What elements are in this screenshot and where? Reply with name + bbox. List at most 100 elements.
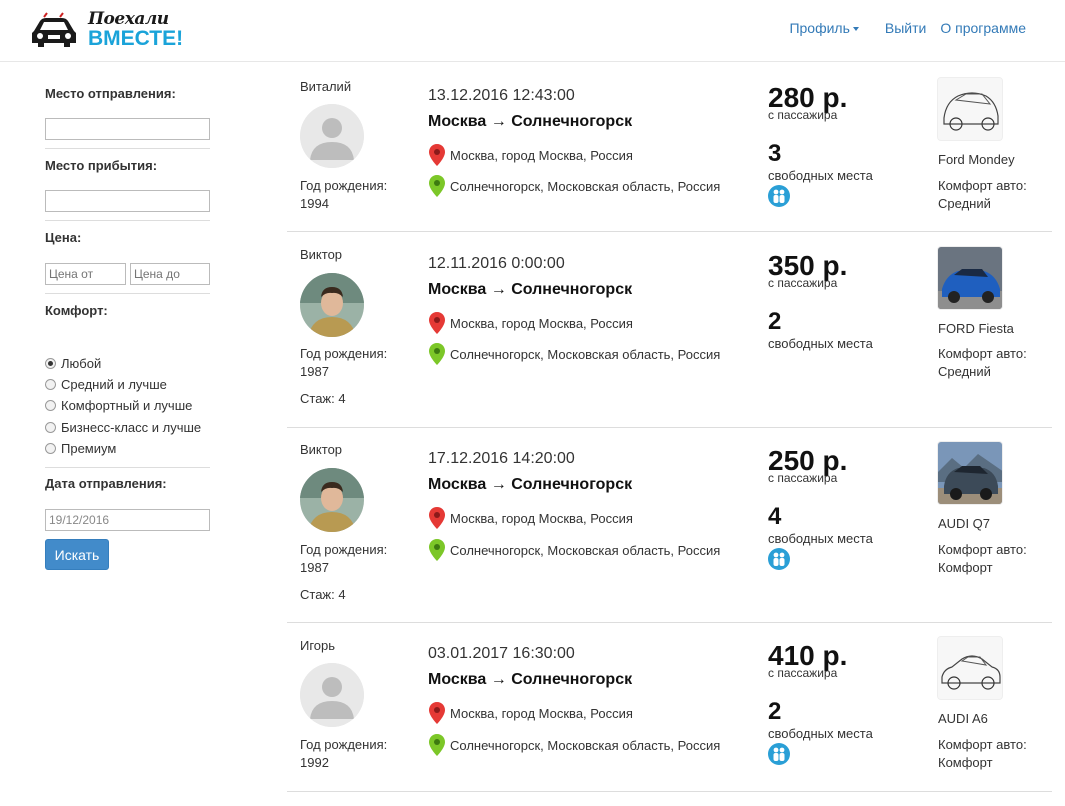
- ride-from: Москва, город Москва, Россия: [428, 311, 633, 335]
- to-input[interactable]: [45, 190, 210, 212]
- price-to-input[interactable]: [130, 263, 210, 285]
- ride-card[interactable]: Виктор Год рождения: 1987 Стаж: 4 12.11.…: [287, 232, 1052, 428]
- free-seats: 2: [768, 698, 782, 725]
- car-comfort: Комфорт авто: Комфорт: [938, 736, 1027, 772]
- comfort-option-business[interactable]: Бизнесс-класс и лучше: [45, 420, 201, 435]
- ride-card[interactable]: Виталий Год рождения: 1994 13.12.2016 12…: [287, 62, 1052, 232]
- driver-birth: Год рождения: 1994: [300, 177, 410, 213]
- nav-profile-label: Профиль: [789, 20, 850, 36]
- ride-from: Москва, город Москва, Россия: [428, 143, 633, 167]
- free-seats-label: свободных места: [768, 336, 873, 351]
- car-image-sketch[interactable]: [937, 636, 1003, 700]
- birth-year: 1992: [300, 755, 329, 770]
- comfort-option-label: Комфортный и лучше: [61, 398, 193, 413]
- driver-birth: Год рождения: 1987: [300, 345, 410, 381]
- from-label: Место отправления:: [45, 86, 176, 101]
- passengers-icon: [768, 743, 790, 765]
- car-outline-icon: [938, 637, 1002, 699]
- nav-profile-dropdown[interactable]: Профиль: [789, 20, 859, 36]
- car-comfort: Комфорт авто: Комфорт: [938, 541, 1027, 577]
- car-image-photo[interactable]: [937, 441, 1003, 505]
- from-input[interactable]: [45, 118, 210, 140]
- driver-name: Виталий: [300, 79, 352, 94]
- divider: [45, 220, 210, 221]
- radio[interactable]: [45, 400, 56, 411]
- driver-experience: Стаж: 4: [300, 391, 346, 406]
- driver-avatar-placeholder: [300, 104, 364, 168]
- birth-label: Год рождения:: [300, 737, 388, 752]
- driver-birth: Год рождения: 1992: [300, 736, 410, 772]
- date-input[interactable]: [45, 509, 210, 531]
- price-label: Цена:: [45, 230, 82, 245]
- from-address: Москва, город Москва, Россия: [450, 147, 633, 163]
- comfort-option-label: Бизнесс-класс и лучше: [61, 420, 202, 435]
- nav-links: Профиль Выйти О программе: [789, 20, 1026, 36]
- car-image-sketch[interactable]: [937, 77, 1003, 141]
- comfort-option-premium[interactable]: Премиум: [45, 441, 116, 456]
- comfort-value: Комфорт: [938, 560, 993, 575]
- ride-route[interactable]: Москва → Солнечногорск: [428, 476, 632, 494]
- to-address: Солнечногорск, Московская область, Росси…: [450, 178, 721, 194]
- to-address: Солнечногорск, Московская область, Росси…: [450, 346, 721, 362]
- to-address: Солнечногорск, Московская область, Росси…: [450, 737, 721, 753]
- car-name: AUDI Q7: [938, 516, 991, 531]
- driver-avatar-photo: [300, 468, 364, 532]
- map-pin-green-icon: [429, 175, 445, 197]
- nav-about-link[interactable]: О программе: [940, 20, 1026, 36]
- radio[interactable]: [45, 422, 56, 433]
- free-seats-label: свободных места: [768, 531, 873, 546]
- radio-selected[interactable]: [45, 358, 56, 369]
- price-from-input[interactable]: [45, 263, 126, 285]
- ride-route[interactable]: Москва → Солнечногорск: [428, 281, 632, 299]
- logo-text-line1: Поехали: [88, 9, 169, 29]
- free-seats: 3: [768, 140, 782, 167]
- free-seats-label: свободных места: [768, 168, 873, 183]
- ride-to: Солнечногорск, Московская область, Росси…: [428, 733, 720, 757]
- free-seats-label: свободных места: [768, 726, 873, 741]
- ride-to: Солнечногорск, Московская область, Росси…: [428, 538, 720, 562]
- ride-route[interactable]: Москва → Солнечногорск: [428, 113, 632, 131]
- ride-route[interactable]: Москва → Солнечногорск: [428, 671, 632, 689]
- price-note: с пассажира: [768, 108, 838, 122]
- passengers-icon: [768, 548, 790, 570]
- comfort-label: Комфорт авто:: [938, 178, 1027, 193]
- birth-label: Год рождения:: [300, 346, 388, 361]
- ride-from: Москва, город Москва, Россия: [428, 701, 633, 725]
- driver-name: Виктор: [300, 442, 343, 457]
- car-logo-icon: [32, 12, 76, 47]
- passengers-icon: [768, 185, 790, 207]
- to-address: Солнечногорск, Московская область, Росси…: [450, 542, 721, 558]
- map-pin-green-icon: [429, 539, 445, 561]
- birth-year: 1994: [300, 196, 329, 211]
- ride-to: Солнечногорск, Московская область, Росси…: [428, 342, 720, 366]
- nav-logout-link[interactable]: Выйти: [885, 20, 926, 36]
- comfort-value: Комфорт: [938, 755, 993, 770]
- map-pin-red-icon: [429, 507, 445, 529]
- ride-datetime: 13.12.2016 12:43:00: [428, 87, 575, 104]
- radio[interactable]: [45, 443, 56, 454]
- car-image-photo[interactable]: [937, 246, 1003, 310]
- ride-card[interactable]: Игорь Год рождения: 1992 03.01.2017 16:3…: [287, 623, 1052, 792]
- comfort-value: Средний: [938, 364, 991, 379]
- comfort-option-label: Любой: [61, 356, 102, 371]
- logo[interactable]: Поехали ВМЕСТЕ!: [30, 5, 183, 55]
- map-pin-red-icon: [429, 312, 445, 334]
- navbar: Поехали ВМЕСТЕ! Профиль Выйти О программ…: [0, 0, 1065, 62]
- comfort-label: Комфорт авто:: [938, 542, 1027, 557]
- user-placeholder-icon: [300, 663, 364, 727]
- search-button[interactable]: Искать: [45, 539, 109, 570]
- to-label: Место прибытия:: [45, 158, 158, 173]
- ride-datetime: 12.11.2016 0:00:00: [428, 255, 565, 272]
- driver-name: Игорь: [300, 638, 336, 653]
- comfort-option-any[interactable]: Любой: [45, 356, 101, 371]
- driver-experience: Стаж: 4: [300, 587, 346, 602]
- car-name: FORD Fiesta: [938, 321, 1014, 336]
- comfort-option-comfort[interactable]: Комфортный и лучше: [45, 398, 192, 413]
- car-photo: [938, 247, 1002, 309]
- ride-datetime: 17.12.2016 14:20:00: [428, 450, 575, 467]
- comfort-option-medium[interactable]: Средний и лучше: [45, 377, 167, 392]
- radio[interactable]: [45, 379, 56, 390]
- ride-card[interactable]: Виктор Год рождения: 1987 Стаж: 4 17.12.…: [287, 428, 1052, 623]
- ride-from: Москва, город Москва, Россия: [428, 506, 633, 530]
- divider: [45, 293, 210, 294]
